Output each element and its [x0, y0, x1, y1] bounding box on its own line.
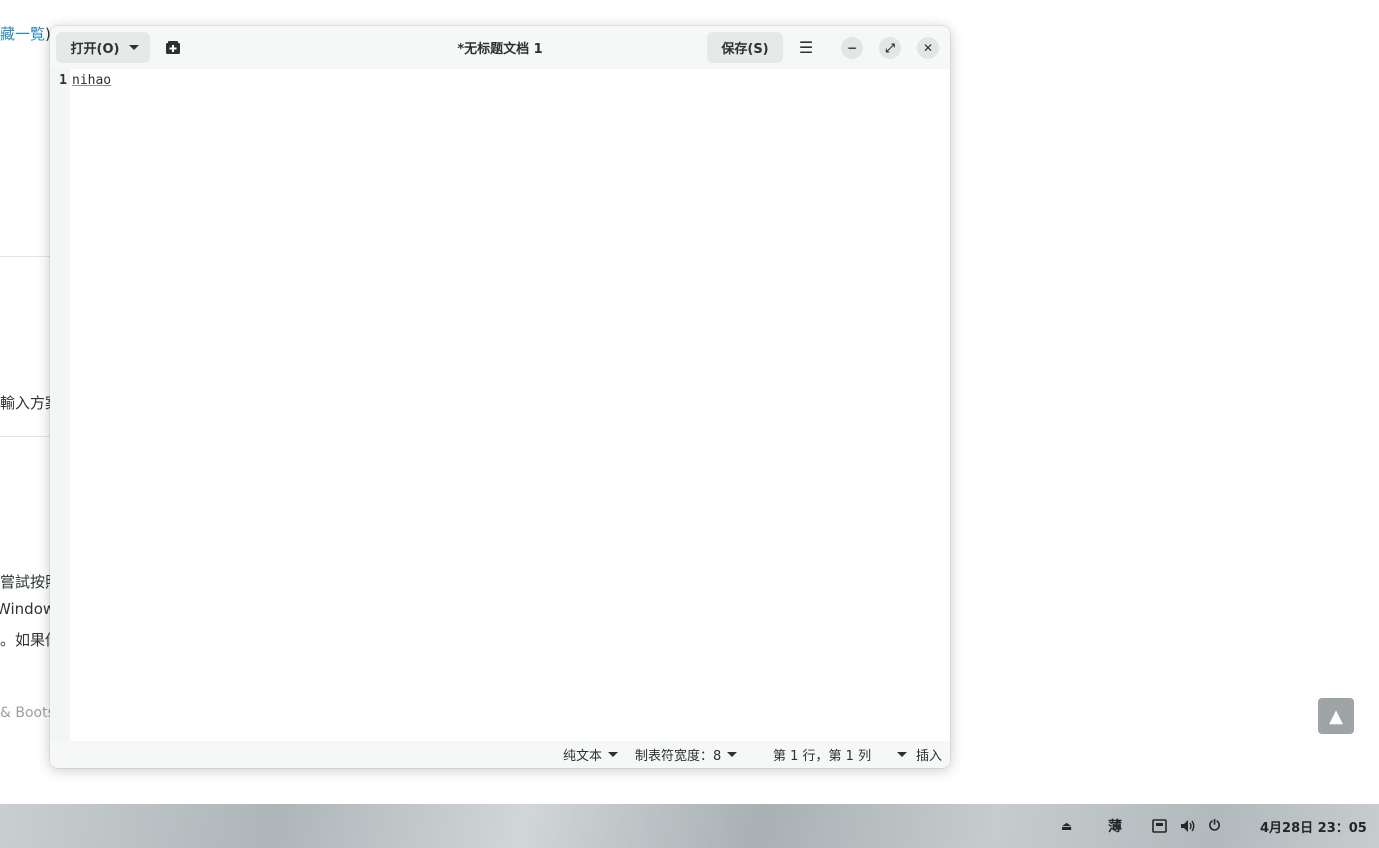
network-icon: [1152, 819, 1167, 833]
language-selector[interactable]: 纯文本: [563, 741, 619, 768]
bg-footer-credit: & Bootswatch: [0, 705, 50, 721]
volume-icon: [1181, 820, 1195, 832]
open-button-label: 打开(O): [70, 42, 120, 57]
text-editing-area[interactable]: nihao: [72, 69, 948, 741]
maximize-icon: ⤢: [885, 40, 895, 55]
minimize-icon: −: [846, 41, 858, 55]
text-line[interactable]: nihao: [72, 73, 111, 88]
tab-width-selector[interactable]: 制表符宽度：8: [635, 741, 738, 768]
status-bar: 纯文本 制表符宽度：8 第 1 行，第 1 列 插入: [50, 741, 950, 768]
power-icon: ⏻: [1209, 818, 1221, 834]
line-number: 1: [59, 73, 67, 88]
chevron-down-icon: [129, 45, 140, 50]
chevron-down-icon: [897, 752, 908, 757]
bg-divider: [0, 256, 50, 257]
maximize-button[interactable]: ⤢: [879, 37, 901, 59]
input-method-indicator[interactable]: 薄: [1108, 804, 1122, 848]
insert-mode-indicator[interactable]: 插入: [916, 741, 942, 768]
new-tab-icon: [166, 40, 180, 54]
bg-text-input-scheme: 輸入方案: [0, 394, 50, 412]
volume-button[interactable]: [1180, 804, 1196, 848]
eject-button[interactable]: ⏏: [1061, 804, 1072, 848]
text-editor-window: 打开(O) *无标题文档 1 保存(S) ☰ − ⤢ ✕ 1 nihao 纯文本…: [50, 26, 950, 768]
close-button[interactable]: ✕: [917, 37, 939, 59]
open-button[interactable]: 打开(O): [56, 32, 150, 63]
minimize-button[interactable]: −: [841, 37, 863, 59]
bg-text-line: 。如果你: [0, 631, 50, 649]
menu-button[interactable]: ☰: [791, 32, 821, 63]
line-number-gutter: 1: [50, 69, 70, 741]
taskbar: ⏏ 薄 ⏻ 4月28日 23：05: [0, 804, 1379, 848]
hamburger-menu-icon: ☰: [798, 38, 814, 57]
window-title: *无标题文档 1: [457, 42, 543, 57]
bg-link-collection[interactable]: 藏一覧): [0, 23, 50, 44]
header-bar: 打开(O) *无标题文档 1 保存(S) ☰ − ⤢ ✕: [50, 26, 950, 69]
bg-divider: [0, 436, 50, 437]
power-button[interactable]: ⏻: [1209, 804, 1220, 848]
network-button[interactable]: [1152, 804, 1167, 848]
new-tab-button[interactable]: [158, 32, 188, 63]
language-label: 纯文本: [563, 749, 603, 764]
tab-width-label: 制表符宽度：8: [635, 749, 722, 764]
bg-text-line: 嘗試按照: [0, 573, 50, 591]
arrow-up-icon: ▲: [1329, 705, 1343, 727]
eject-icon: ⏏: [1061, 819, 1073, 833]
chevron-down-icon: [727, 752, 738, 757]
scroll-to-top-button[interactable]: ▲: [1318, 698, 1354, 734]
cursor-position-label: 第 1 行，第 1 列: [773, 749, 872, 764]
save-button[interactable]: 保存(S): [707, 32, 783, 63]
chevron-down-icon: [608, 752, 619, 757]
close-icon: ✕: [922, 41, 934, 55]
cursor-position-selector[interactable]: 第 1 行，第 1 列: [773, 741, 908, 768]
clock[interactable]: 4月28日 23：05: [1260, 804, 1367, 848]
bg-text-line: Windows: [0, 600, 50, 618]
